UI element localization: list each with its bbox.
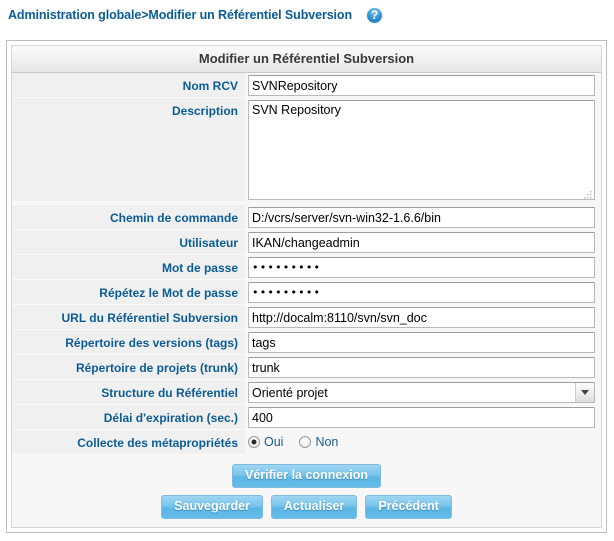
label-utilisateur: Utilisateur — [12, 230, 245, 255]
label-chemin-commande: Chemin de commande — [12, 205, 245, 230]
mot-de-passe-input[interactable] — [248, 257, 595, 278]
label-delai-expiration: Délai d'expiration (sec.) — [12, 405, 245, 430]
radio-label-non: Non — [315, 435, 339, 449]
form-row-collecte-metaproprietes: Collecte des métapropriétés Oui Non — [12, 430, 601, 455]
utilisateur-input[interactable] — [248, 232, 595, 253]
chemin-commande-input[interactable] — [248, 207, 595, 228]
form-row-structure: Structure du Référentiel — [12, 380, 601, 405]
radio-option-oui[interactable]: Oui — [248, 435, 283, 449]
structure-select-wrap[interactable] — [248, 382, 595, 403]
delai-expiration-input[interactable] — [248, 407, 595, 428]
nom-rcv-input[interactable] — [248, 75, 595, 96]
field-trunk — [245, 355, 601, 380]
field-mot-de-passe — [245, 255, 601, 280]
form-row-chemin-commande: Chemin de commande — [12, 205, 601, 230]
field-collecte-metaproprietes: Oui Non — [245, 430, 601, 455]
chevron-down-icon[interactable] — [575, 383, 594, 402]
radio-label-oui: Oui — [264, 435, 284, 449]
form-panel: Modifier un Référentiel Subversion Nom R… — [6, 40, 607, 533]
radio-option-non[interactable]: Non — [299, 435, 338, 449]
label-structure: Structure du Référentiel — [12, 380, 245, 405]
verify-button-row: Vérifier la connexion — [12, 455, 601, 488]
refresh-button[interactable]: Actualiser — [270, 495, 358, 519]
label-collecte-metaproprietes: Collecte des métapropriétés — [12, 430, 245, 455]
label-repeat-mot-de-passe: Répétez le Mot de passe — [12, 280, 245, 305]
url-input[interactable] — [248, 307, 595, 328]
form-body: Nom RCV Description SVN Repository — [12, 73, 601, 519]
structure-select[interactable] — [248, 382, 595, 403]
form-row-repeat-mot-de-passe: Répétez le Mot de passe — [12, 280, 601, 305]
field-repeat-mot-de-passe — [245, 280, 601, 305]
form-panel-inner: Modifier un Référentiel Subversion Nom R… — [11, 45, 602, 528]
save-button[interactable]: Sauvegarder — [161, 495, 263, 519]
field-chemin-commande — [245, 205, 601, 230]
page-title: Modifier un Référentiel Subversion — [12, 46, 601, 73]
field-url — [245, 305, 601, 330]
description-textarea-wrap: SVN Repository — [248, 100, 595, 203]
label-description: Description — [12, 98, 245, 202]
form-row-delai-expiration: Délai d'expiration (sec.) — [12, 405, 601, 430]
form-row-trunk: Répertoire de projets (trunk) — [12, 355, 601, 380]
repeat-mot-de-passe-input[interactable] — [248, 282, 595, 303]
field-description: SVN Repository — [245, 98, 601, 205]
label-url: URL du Référentiel Subversion — [12, 305, 245, 330]
radio-dot-oui-icon[interactable] — [248, 436, 260, 448]
breadcrumb[interactable]: Administration globale>Modifier un Référ… — [8, 8, 352, 22]
help-question-icon[interactable]: ? — [366, 6, 384, 24]
form-row-mot-de-passe: Mot de passe — [12, 255, 601, 280]
collecte-radio-group: Oui Non — [248, 432, 595, 449]
label-mot-de-passe: Mot de passe — [12, 255, 245, 280]
field-utilisateur — [245, 230, 601, 255]
form-row-url: URL du Référentiel Subversion — [12, 305, 601, 330]
label-trunk: Répertoire de projets (trunk) — [12, 355, 245, 380]
action-button-row: Sauvegarder Actualiser Précédent — [12, 488, 601, 519]
field-structure — [245, 380, 601, 405]
form-row-tags: Répertoire des versions (tags) — [12, 330, 601, 355]
radio-dot-non-icon[interactable] — [299, 436, 312, 448]
field-nom-rcv — [245, 73, 601, 98]
form-row-description: Description SVN Repository — [12, 98, 601, 205]
tags-input[interactable] — [248, 332, 595, 353]
form-row-utilisateur: Utilisateur — [12, 230, 601, 255]
verify-connection-button[interactable]: Vérifier la connexion — [232, 464, 381, 488]
breadcrumb-bar: Administration globale>Modifier un Référ… — [0, 0, 614, 30]
label-nom-rcv: Nom RCV — [12, 73, 245, 98]
description-textarea[interactable]: SVN Repository — [248, 100, 595, 200]
back-button[interactable]: Précédent — [365, 495, 452, 519]
field-tags — [245, 330, 601, 355]
field-delai-expiration — [245, 405, 601, 430]
form-row-nom-rcv: Nom RCV — [12, 73, 601, 98]
trunk-input[interactable] — [248, 357, 595, 378]
label-tags: Répertoire des versions (tags) — [12, 330, 245, 355]
